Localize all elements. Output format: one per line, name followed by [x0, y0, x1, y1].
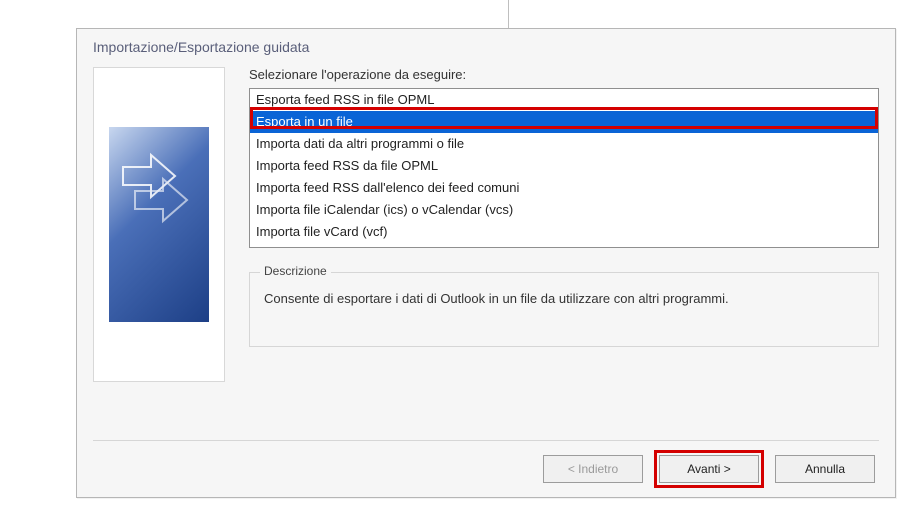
back-button: < Indietro — [543, 455, 643, 483]
description-text: Consente di esportare i dati di Outlook … — [264, 287, 864, 306]
list-item[interactable]: Importa dati da altri programmi o file — [250, 133, 878, 155]
wizard-illustration — [109, 127, 209, 322]
list-item[interactable]: Importa feed RSS da file OPML — [250, 155, 878, 177]
description-group: Descrizione Consente di esportare i dati… — [249, 272, 879, 347]
operation-prompt-label: Selezionare l'operazione da eseguire: — [249, 67, 879, 82]
list-item[interactable]: Esporta feed RSS in file OPML — [250, 89, 878, 111]
import-export-wizard-dialog: Importazione/Esportazione guidata Selezi… — [76, 28, 896, 498]
list-item[interactable]: Importa feed RSS dall'elenco dei feed co… — [250, 177, 878, 199]
operation-listbox[interactable]: Esporta feed RSS in file OPML Esporta in… — [249, 88, 879, 248]
description-label: Descrizione — [260, 264, 331, 278]
background-divider — [508, 0, 509, 28]
dialog-title: Importazione/Esportazione guidata — [77, 29, 895, 63]
wizard-button-row: < Indietro Avanti > Annulla — [543, 455, 875, 483]
cancel-button[interactable]: Annulla — [775, 455, 875, 483]
next-button[interactable]: Avanti > — [659, 455, 759, 483]
list-item[interactable]: Esporta in un file — [250, 111, 878, 133]
list-item[interactable]: Importa file iCalendar (ics) o vCalendar… — [250, 199, 878, 221]
footer-separator — [93, 440, 879, 441]
wizard-illustration-panel — [93, 67, 225, 382]
list-item[interactable]: Importa file vCard (vcf) — [250, 221, 878, 243]
